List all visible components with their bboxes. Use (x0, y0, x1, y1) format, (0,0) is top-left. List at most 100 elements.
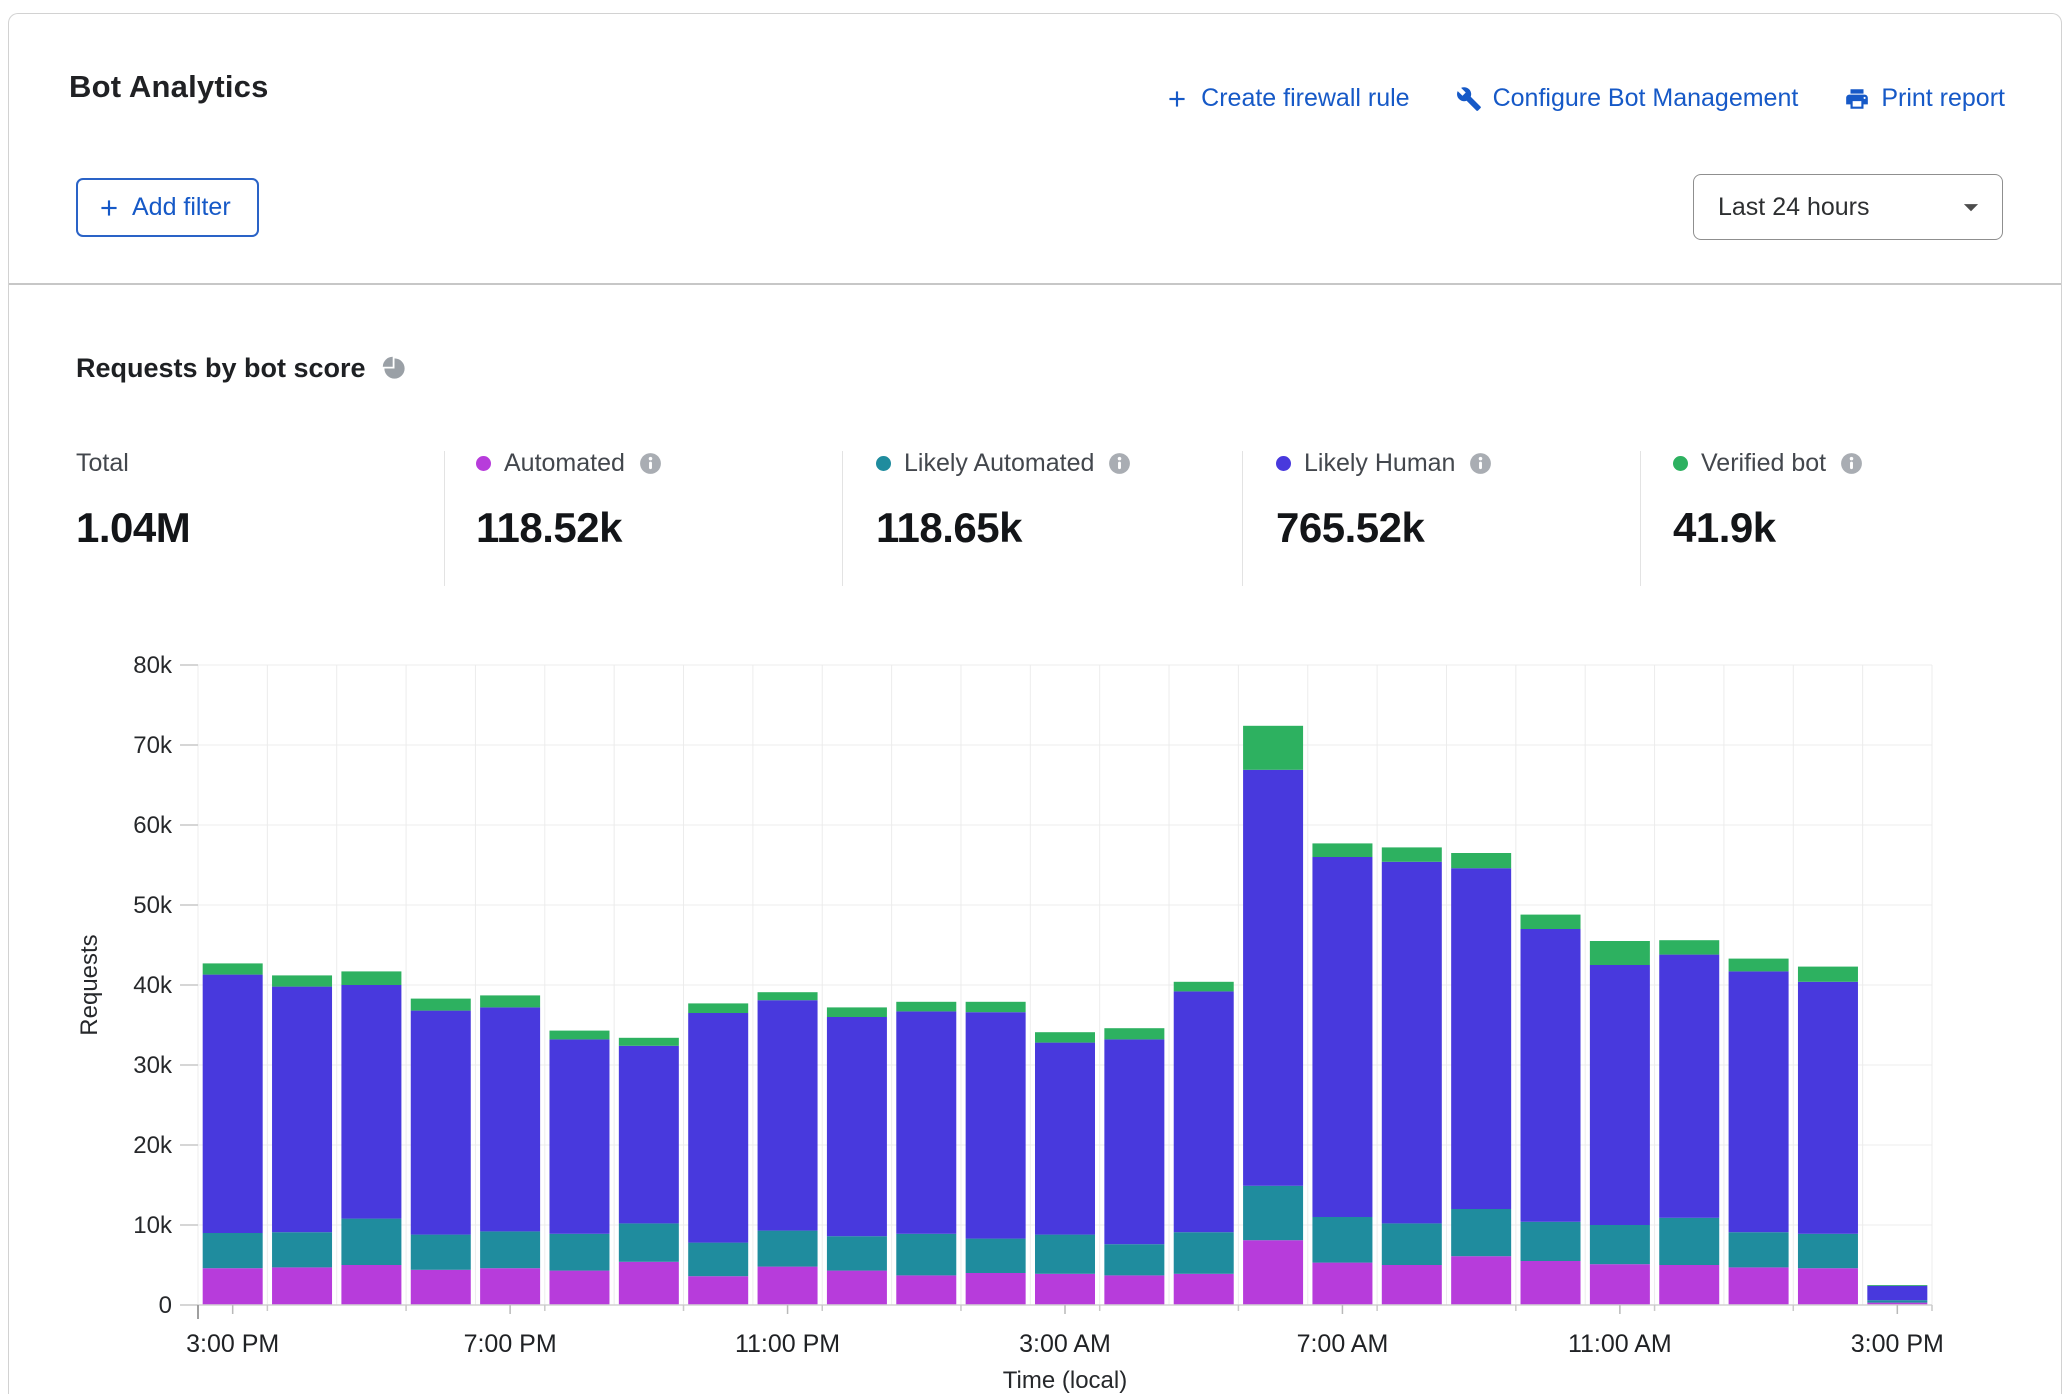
bar-8-likely-automated[interactable] (758, 1231, 818, 1267)
bar-5-likely-automated[interactable] (549, 1234, 609, 1271)
bar-2-likely-automated[interactable] (341, 1219, 401, 1265)
bar-19-likely-automated[interactable] (1521, 1222, 1581, 1261)
bar-9-verified-bot[interactable] (827, 1007, 887, 1017)
bar-4-likely-automated[interactable] (480, 1231, 540, 1268)
bar-13-likely-automated[interactable] (1104, 1244, 1164, 1275)
bar-15-likely-human[interactable] (1243, 770, 1303, 1186)
bar-3-automated[interactable] (411, 1270, 471, 1305)
bar-3-verified-bot[interactable] (411, 999, 471, 1011)
bar-0-likely-automated[interactable] (203, 1233, 263, 1268)
bar-12-automated[interactable] (1035, 1274, 1095, 1305)
bar-11-verified-bot[interactable] (966, 1002, 1026, 1012)
bar-19-verified-bot[interactable] (1521, 915, 1581, 929)
bar-15-verified-bot[interactable] (1243, 726, 1303, 770)
bar-20-likely-human[interactable] (1590, 965, 1650, 1225)
bar-14-automated[interactable] (1174, 1274, 1234, 1305)
bar-20-automated[interactable] (1590, 1264, 1650, 1305)
bar-17-verified-bot[interactable] (1382, 847, 1442, 861)
bar-11-likely-human[interactable] (966, 1012, 1026, 1238)
bar-23-likely-automated[interactable] (1798, 1234, 1858, 1268)
bar-17-automated[interactable] (1382, 1265, 1442, 1305)
bar-6-verified-bot[interactable] (619, 1038, 679, 1046)
bar-10-likely-human[interactable] (896, 1011, 956, 1233)
info-icon[interactable] (1839, 451, 1864, 476)
print-report-link[interactable]: Print report (1844, 84, 2005, 113)
bar-22-verified-bot[interactable] (1729, 959, 1789, 972)
bar-1-verified-bot[interactable] (272, 975, 332, 986)
bar-1-automated[interactable] (272, 1267, 332, 1305)
bar-18-verified-bot[interactable] (1451, 853, 1511, 868)
bar-2-automated[interactable] (341, 1265, 401, 1305)
bar-7-likely-automated[interactable] (688, 1243, 748, 1277)
bar-7-automated[interactable] (688, 1276, 748, 1305)
bar-18-automated[interactable] (1451, 1256, 1511, 1305)
bar-20-likely-automated[interactable] (1590, 1225, 1650, 1264)
bar-9-likely-human[interactable] (827, 1017, 887, 1236)
bar-14-likely-automated[interactable] (1174, 1232, 1234, 1274)
bar-4-automated[interactable] (480, 1268, 540, 1305)
bar-14-verified-bot[interactable] (1174, 982, 1234, 992)
bar-3-likely-human[interactable] (411, 1011, 471, 1235)
info-icon[interactable] (638, 451, 663, 476)
bar-24-likely-automated[interactable] (1867, 1300, 1927, 1302)
bar-23-automated[interactable] (1798, 1268, 1858, 1305)
bar-23-verified-bot[interactable] (1798, 967, 1858, 982)
bar-21-likely-human[interactable] (1659, 955, 1719, 1218)
bar-10-automated[interactable] (896, 1275, 956, 1305)
bar-13-verified-bot[interactable] (1104, 1028, 1164, 1039)
bar-6-automated[interactable] (619, 1262, 679, 1305)
bar-0-likely-human[interactable] (203, 975, 263, 1233)
time-range-select[interactable]: Last 24 hours (1693, 174, 2003, 240)
configure-bot-management-link[interactable]: Configure Bot Management (1456, 84, 1799, 113)
info-icon[interactable] (1468, 451, 1493, 476)
bar-2-verified-bot[interactable] (341, 971, 401, 985)
bar-5-automated[interactable] (549, 1271, 609, 1305)
bar-13-likely-human[interactable] (1104, 1039, 1164, 1244)
bar-20-verified-bot[interactable] (1590, 941, 1650, 965)
bar-10-likely-automated[interactable] (896, 1234, 956, 1276)
bar-14-likely-human[interactable] (1174, 991, 1234, 1232)
bar-22-automated[interactable] (1729, 1267, 1789, 1305)
bar-18-likely-human[interactable] (1451, 868, 1511, 1209)
create-firewall-rule-link[interactable]: Create firewall rule (1164, 84, 1409, 113)
bar-2-likely-human[interactable] (341, 985, 401, 1219)
bar-6-likely-automated[interactable] (619, 1223, 679, 1261)
bar-10-verified-bot[interactable] (896, 1002, 956, 1012)
bar-12-likely-automated[interactable] (1035, 1235, 1095, 1274)
bar-19-automated[interactable] (1521, 1261, 1581, 1305)
bar-8-verified-bot[interactable] (758, 992, 818, 1000)
bar-24-verified-bot[interactable] (1867, 1285, 1927, 1286)
bar-15-automated[interactable] (1243, 1240, 1303, 1305)
bar-23-likely-human[interactable] (1798, 982, 1858, 1234)
bar-17-likely-human[interactable] (1382, 862, 1442, 1224)
bar-5-verified-bot[interactable] (549, 1031, 609, 1040)
add-filter-button[interactable]: Add filter (76, 178, 259, 237)
bar-8-automated[interactable] (758, 1267, 818, 1305)
bar-17-likely-automated[interactable] (1382, 1223, 1442, 1265)
bar-16-verified-bot[interactable] (1312, 843, 1372, 857)
bar-8-likely-human[interactable] (758, 1000, 818, 1230)
bar-9-automated[interactable] (827, 1271, 887, 1305)
info-icon[interactable] (1107, 451, 1132, 476)
bar-21-verified-bot[interactable] (1659, 940, 1719, 954)
bar-1-likely-automated[interactable] (272, 1232, 332, 1267)
bar-12-verified-bot[interactable] (1035, 1032, 1095, 1042)
bar-9-likely-automated[interactable] (827, 1236, 887, 1270)
bar-11-automated[interactable] (966, 1273, 1026, 1305)
bar-7-verified-bot[interactable] (688, 1003, 748, 1013)
bar-22-likely-human[interactable] (1729, 971, 1789, 1232)
bar-13-automated[interactable] (1104, 1275, 1164, 1305)
bar-6-likely-human[interactable] (619, 1046, 679, 1224)
bar-16-automated[interactable] (1312, 1263, 1372, 1305)
bar-15-likely-automated[interactable] (1243, 1186, 1303, 1240)
bar-24-likely-human[interactable] (1867, 1286, 1927, 1300)
bar-22-likely-automated[interactable] (1729, 1232, 1789, 1267)
bar-16-likely-automated[interactable] (1312, 1217, 1372, 1263)
bar-0-automated[interactable] (203, 1268, 263, 1305)
bar-16-likely-human[interactable] (1312, 857, 1372, 1217)
bar-19-likely-human[interactable] (1521, 929, 1581, 1222)
bar-4-likely-human[interactable] (480, 1007, 540, 1231)
bar-3-likely-automated[interactable] (411, 1235, 471, 1270)
bar-18-likely-automated[interactable] (1451, 1209, 1511, 1256)
bar-21-likely-automated[interactable] (1659, 1218, 1719, 1265)
